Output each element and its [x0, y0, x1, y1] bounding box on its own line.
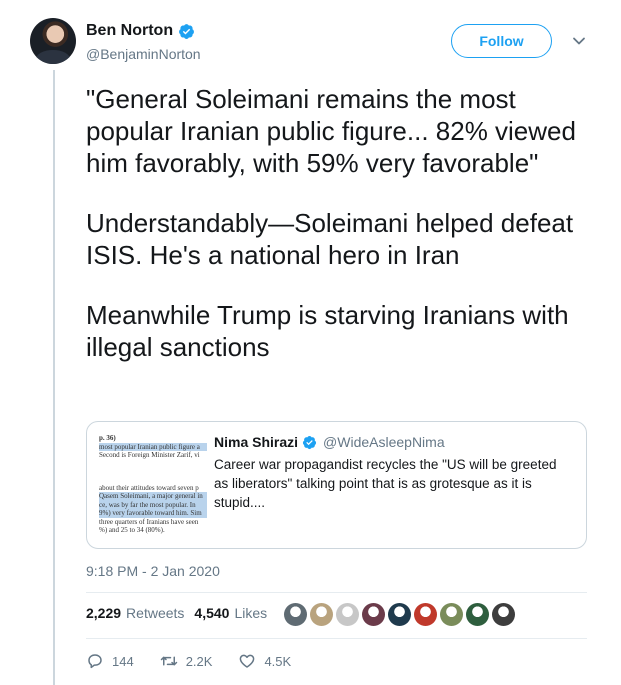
liker-avatar[interactable]: [284, 603, 307, 626]
quoted-author-handle: @WideAsleepNima: [323, 434, 445, 450]
retweet-count: 2.2K: [185, 653, 213, 669]
liker-avatar[interactable]: [362, 603, 385, 626]
quoted-tweet-text: Career war propagandist recycles the "US…: [214, 457, 557, 510]
quoted-author-name: Nima Shirazi: [214, 434, 299, 450]
liker-avatar[interactable]: [388, 603, 411, 626]
liker-avatar[interactable]: [336, 603, 359, 626]
tweet-paragraph: Meanwhile Trump is starving Iranians wit…: [86, 300, 569, 362]
tweet-paragraph: "General Soleimani remains the most popu…: [86, 84, 576, 178]
retweets-count[interactable]: 2,229: [86, 605, 121, 621]
quoted-tweet-image[interactable]: p. 36) most popular Iranian public figur…: [99, 434, 207, 544]
tweet-text: "General Soleimani remains the most popu…: [86, 83, 586, 363]
divider: [86, 592, 587, 593]
liker-avatar[interactable]: [414, 603, 437, 626]
image-text-line: about their attitudes toward seven p: [99, 483, 199, 492]
follow-button[interactable]: Follow: [451, 24, 552, 58]
image-text-line: Second is Foreign Minister Zarif, vi: [99, 451, 200, 459]
liker-avatar[interactable]: [310, 603, 333, 626]
reply-icon: [88, 654, 102, 669]
author-handle[interactable]: @BenjaminNorton: [86, 46, 201, 62]
reply-button[interactable]: 144: [86, 652, 134, 670]
image-text-line: three quarters of Iranians have seen: [99, 517, 199, 526]
likes-count[interactable]: 4,540: [194, 605, 229, 621]
liker-avatar[interactable]: [466, 603, 489, 626]
image-text-line: %) and 25 to 34 (80%).: [99, 526, 165, 534]
engagement-stats: 2,229 Retweets 4,540 Likes: [86, 605, 277, 621]
thread-connector-line: [53, 70, 55, 685]
reply-count: 144: [112, 653, 134, 669]
heart-icon: [240, 654, 255, 668]
verified-badge-icon: [302, 435, 317, 449]
image-text-line: ce, was by far the most popular. In: [99, 500, 207, 509]
liker-avatar[interactable]: [440, 603, 463, 626]
image-text-line: p. 36): [99, 434, 116, 442]
tweet-actions: 144 2.2K 4.5K: [86, 652, 317, 670]
image-text-line: most popular Iranian public figure a: [99, 442, 207, 451]
likes-label[interactable]: Likes: [234, 605, 267, 621]
like-button[interactable]: 4.5K: [238, 652, 291, 670]
quoted-tweet-header: Nima Shirazi @WideAsleepNima: [214, 434, 445, 450]
image-text-line: Qasem Soleimani, a major general in: [99, 492, 207, 501]
quoted-tweet-card[interactable]: p. 36) most popular Iranian public figur…: [86, 421, 587, 549]
author-avatar[interactable]: [30, 18, 76, 64]
chevron-down-icon[interactable]: [572, 34, 586, 48]
author-display-name[interactable]: Ben Norton: [86, 22, 173, 40]
retweets-label[interactable]: Retweets: [126, 605, 184, 621]
retweet-button[interactable]: 2.2K: [160, 652, 213, 670]
like-count: 4.5K: [264, 653, 292, 669]
liker-avatars: [284, 603, 515, 626]
tweet-paragraph: Understandably—Soleimani helped defeat I…: [86, 208, 574, 270]
retweet-icon: [160, 656, 177, 666]
tweet-timestamp[interactable]: 9:18 PM - 2 Jan 2020: [86, 563, 220, 579]
author-name-row[interactable]: Ben Norton: [86, 22, 195, 40]
divider: [86, 638, 587, 639]
image-text-line: 9%) very favorable toward him. Sim: [99, 509, 207, 518]
verified-badge-icon: [179, 23, 195, 39]
liker-avatar[interactable]: [492, 603, 515, 626]
